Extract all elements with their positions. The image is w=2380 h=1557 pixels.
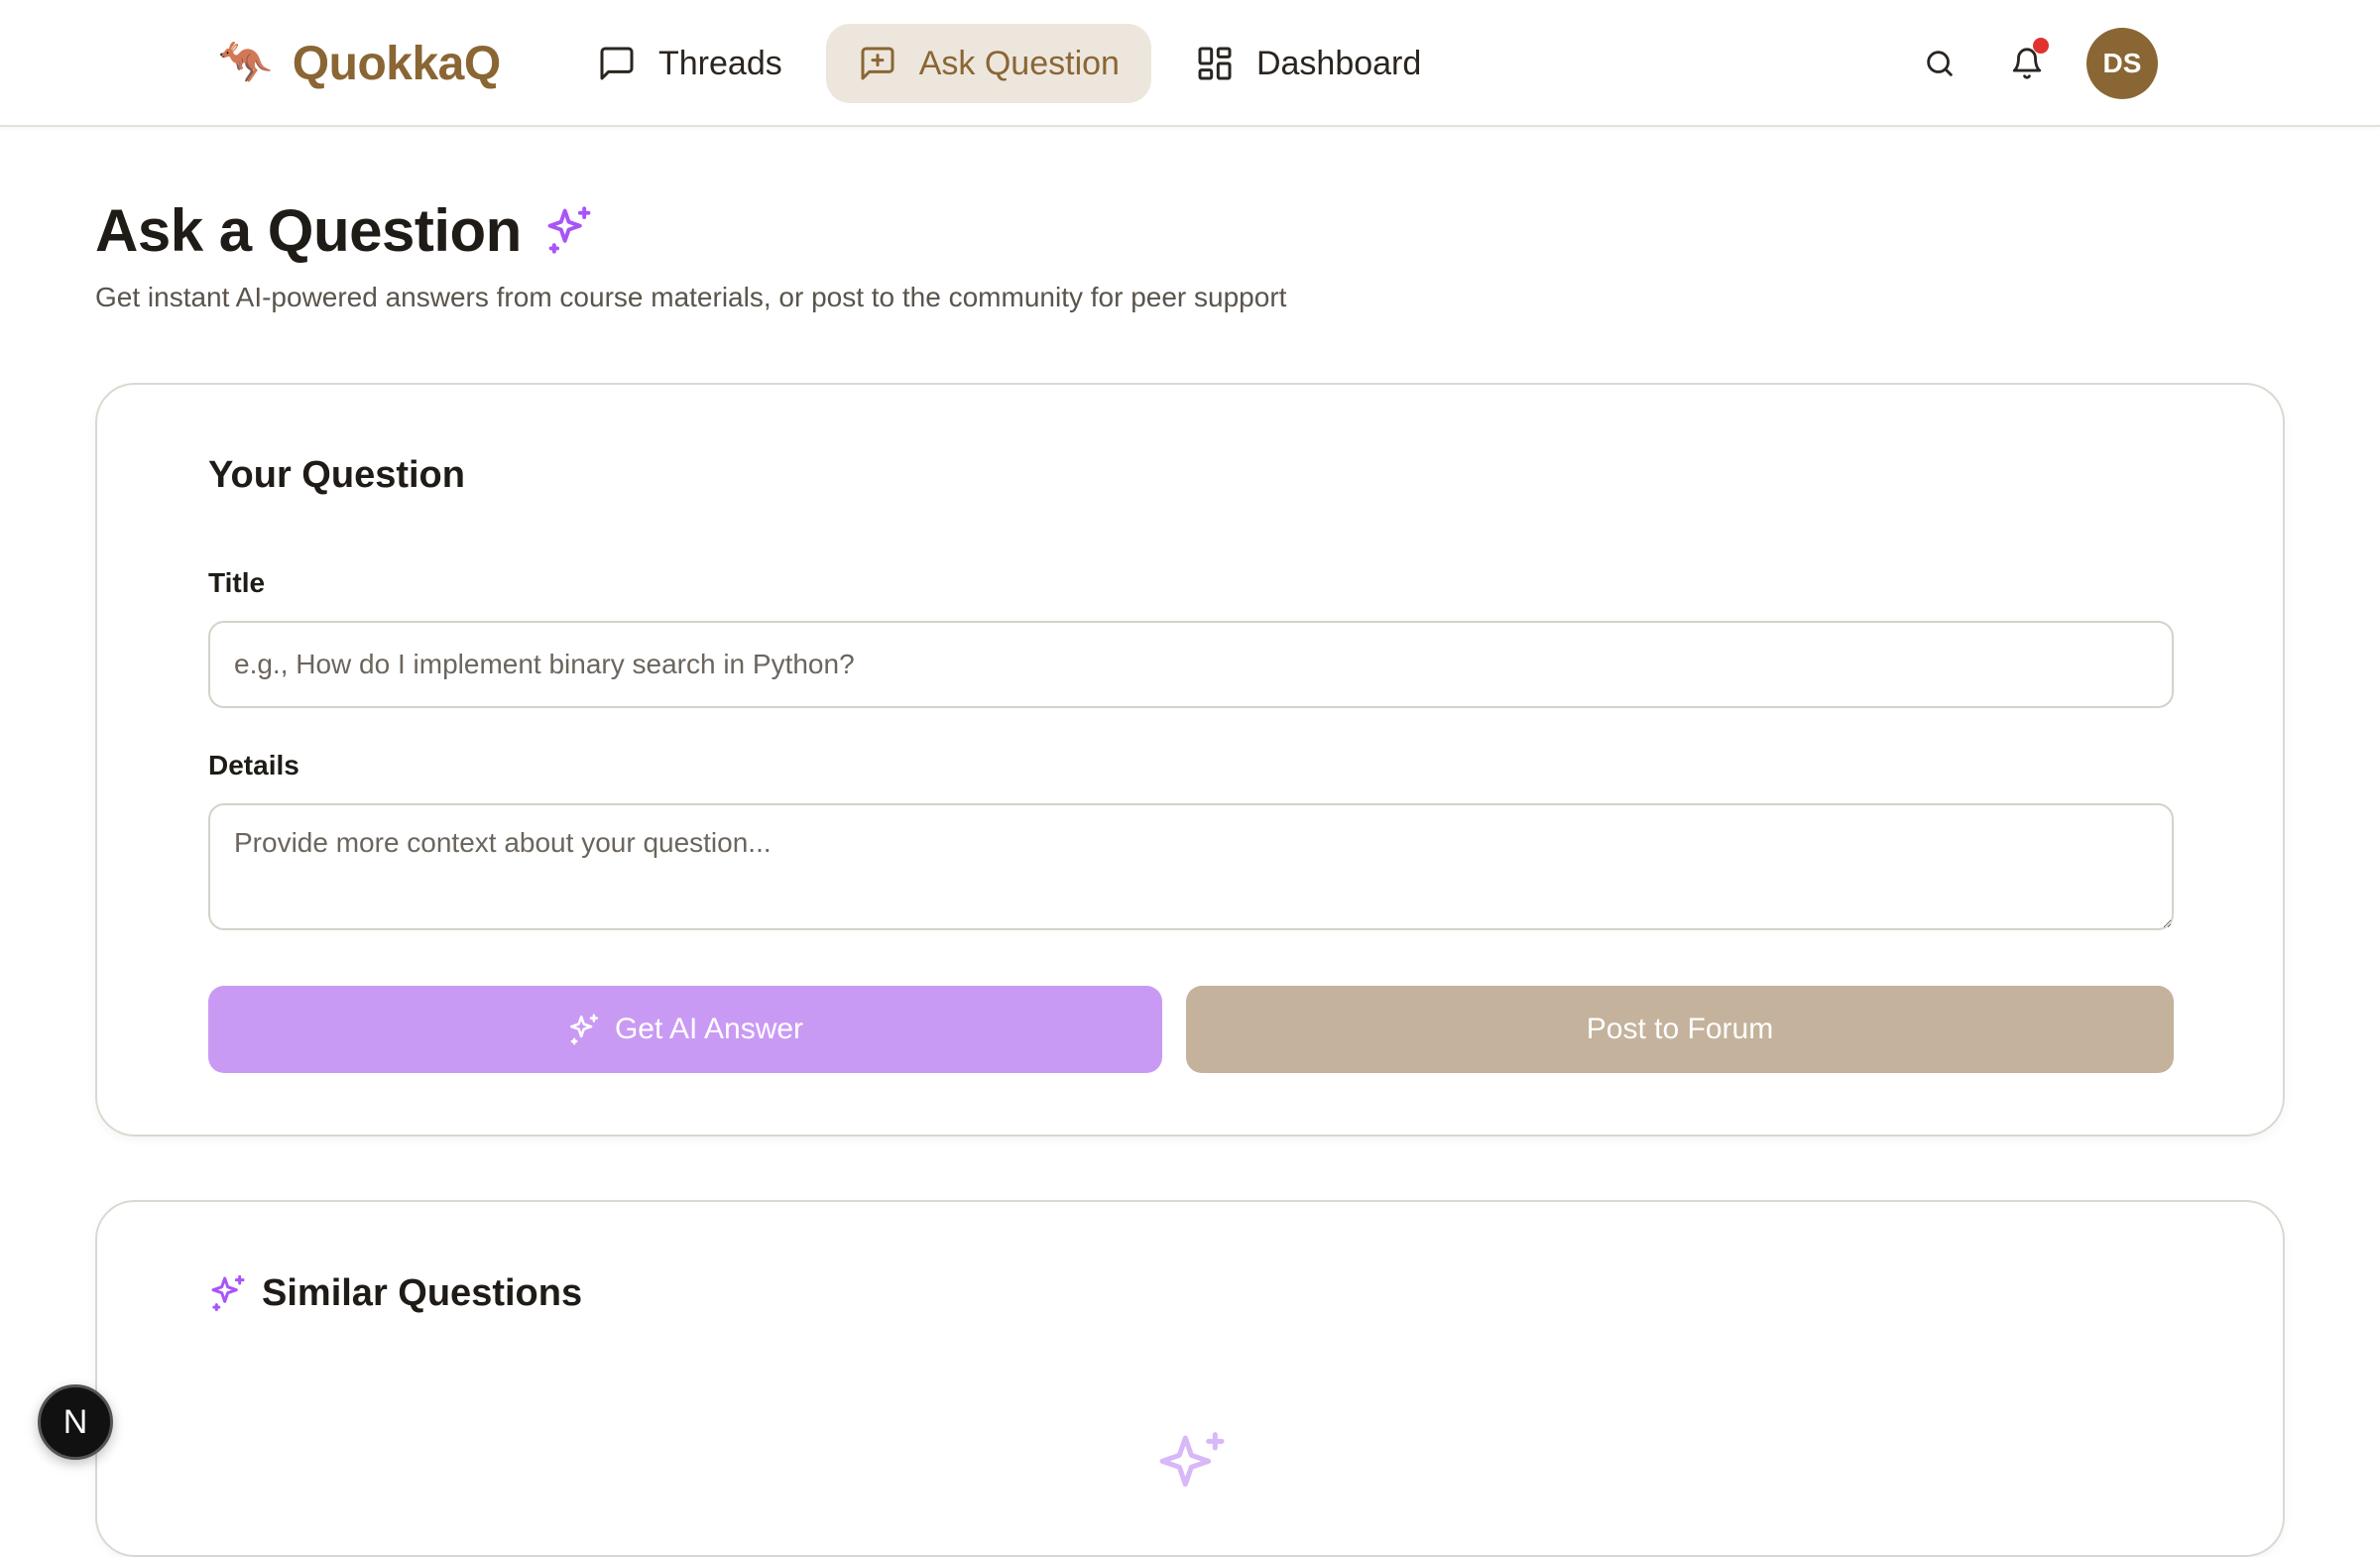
message-square-plus-icon: [861, 47, 894, 80]
similar-questions-heading: Similar Questions: [262, 1271, 583, 1314]
nav-ask-question-label: Ask Question: [918, 44, 1120, 82]
page-title-text: Ask a Question: [95, 196, 522, 264]
sparkles-icon: [569, 1014, 598, 1045]
post-to-forum-button[interactable]: Post to Forum: [1186, 986, 2174, 1073]
question-form-heading: Your Question: [208, 454, 465, 496]
sparkles-icon: [547, 206, 591, 254]
notification-dot: [2033, 38, 2049, 54]
layout-dashboard-icon: [1198, 47, 1232, 80]
page-subtitle: Get instant AI-powered answers from cour…: [95, 282, 1287, 312]
page-title: Ask a Question: [95, 190, 595, 270]
nav-ask-question[interactable]: Ask Question: [825, 24, 1151, 103]
title-input[interactable]: [208, 621, 2174, 708]
post-to-forum-label: Post to Forum: [1586, 1013, 1774, 1045]
brand-name: QuokkaQ: [292, 37, 501, 90]
user-avatar[interactable]: DS: [2086, 28, 2158, 99]
get-ai-answer-button[interactable]: Get AI Answer: [208, 986, 1162, 1073]
nav-threads-label: Threads: [658, 44, 782, 82]
sparkles-icon: [211, 1274, 245, 1312]
kangaroo-logo-icon: 🦘: [218, 39, 273, 87]
brand[interactable]: 🦘 QuokkaQ: [218, 30, 501, 97]
nextjs-dev-badge[interactable]: N: [38, 1384, 113, 1460]
message-square-icon: [600, 47, 634, 80]
nav-dashboard[interactable]: Dashboard: [1163, 24, 1453, 103]
details-textarea[interactable]: [208, 803, 2174, 930]
nav-dashboard-label: Dashboard: [1255, 44, 1422, 82]
search-icon: [1927, 51, 1953, 76]
title-label: Title: [208, 567, 266, 598]
similar-questions-card: Similar Questions: [95, 1200, 2285, 1557]
search-button[interactable]: [1916, 40, 1964, 87]
main-nav: Threads Ask Question Dashboard: [565, 24, 1453, 103]
nav-threads[interactable]: Threads: [565, 24, 814, 103]
get-ai-answer-label: Get AI Answer: [614, 1013, 804, 1045]
question-form-card: Your Question Title Details Get AI Answe…: [95, 383, 2285, 1137]
similar-questions-header: Similar Questions: [208, 1263, 582, 1323]
top-navigation-bar: 🦘 QuokkaQ Threads Ask Question Dashboard…: [0, 0, 2380, 127]
details-label: Details: [208, 750, 299, 780]
empty-state-sparkles-icon: [1159, 1432, 1225, 1488]
notifications-button[interactable]: [2003, 38, 2051, 87]
